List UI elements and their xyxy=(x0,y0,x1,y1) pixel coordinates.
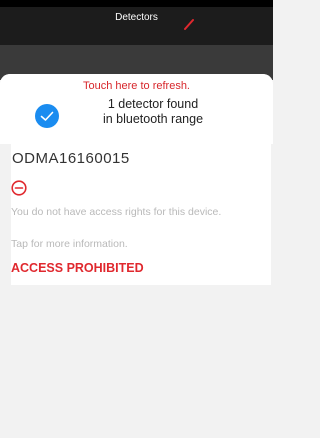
detector-count-text: 1 detector found in bluetooth range xyxy=(78,97,228,127)
device-id: ODMA16160015 xyxy=(12,150,130,167)
app-header: Detectors xyxy=(0,0,273,45)
page-title: Detectors xyxy=(115,12,158,23)
access-message: You do not have access rights for this d… xyxy=(11,206,222,218)
found-line-1: 1 detector found xyxy=(107,97,199,111)
access-status-label: ACCESS PROHIBITED xyxy=(11,261,144,275)
found-line-2: in bluetooth range xyxy=(102,112,204,126)
edit-pencil-icon[interactable] xyxy=(184,18,194,30)
status-bar xyxy=(0,0,273,7)
check-circle-icon xyxy=(35,104,59,128)
prohibited-icon xyxy=(11,180,27,196)
refresh-link[interactable]: Touch here to refresh. xyxy=(0,80,273,92)
more-info-link[interactable]: Tap for more information. xyxy=(11,238,128,250)
